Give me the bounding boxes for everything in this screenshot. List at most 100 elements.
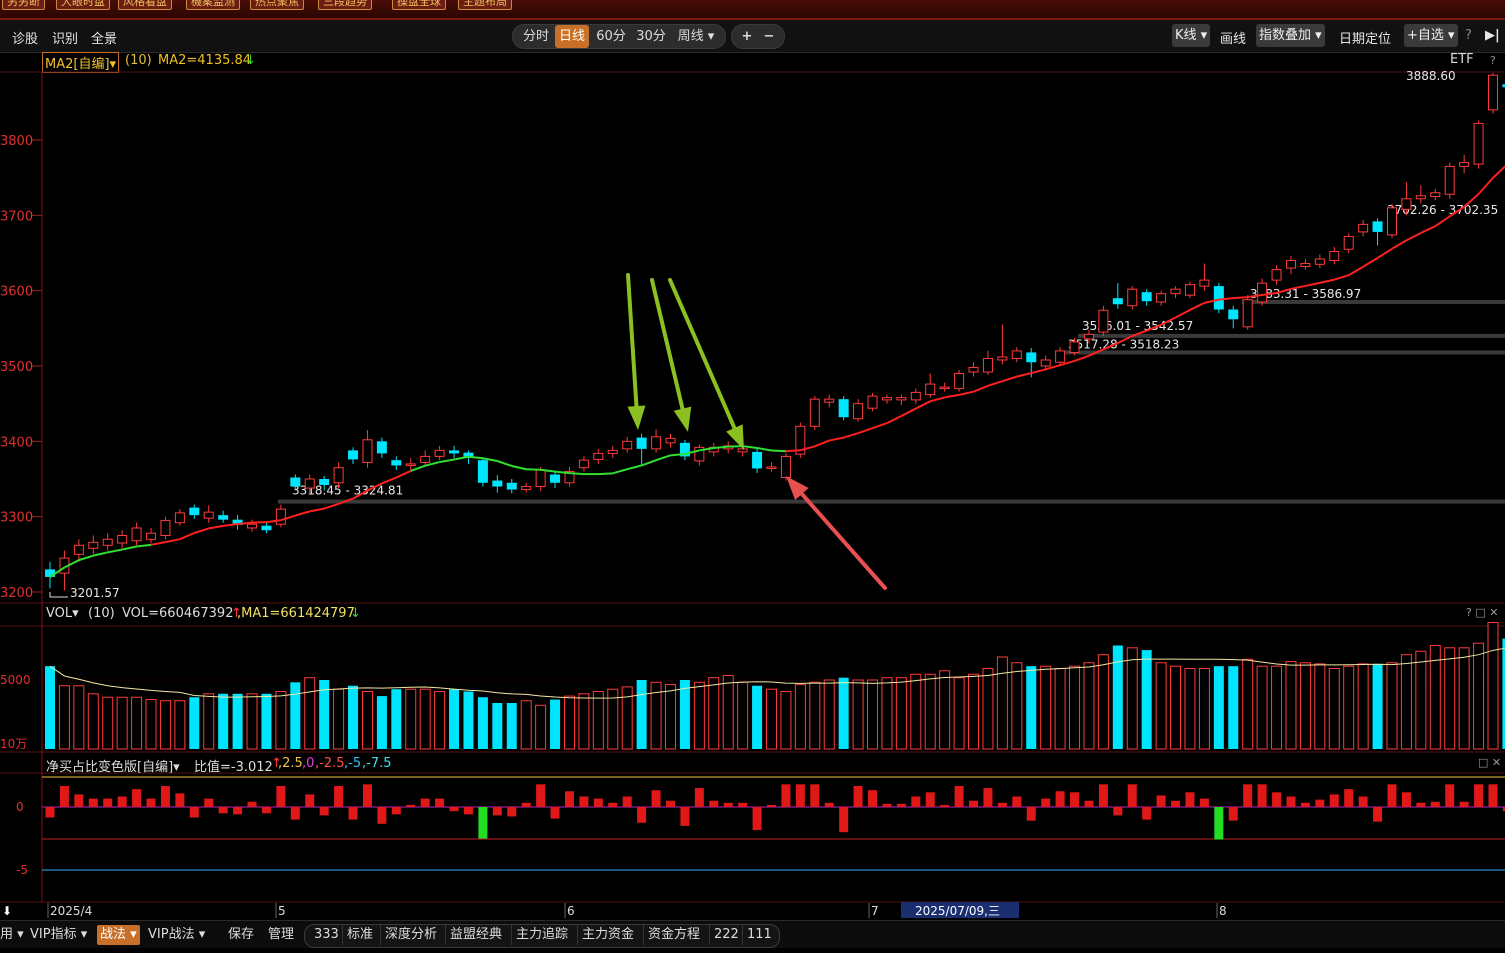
candle-body <box>1026 352 1037 363</box>
quick-btn-7[interactable]: 操盘全球 <box>392 0 446 10</box>
ma2-line <box>49 165 1505 578</box>
netbuy-bar <box>694 788 704 807</box>
candle <box>117 530 128 549</box>
candle <box>853 399 864 422</box>
add-watchlist-dropdown[interactable]: +自选 ▾ <box>1404 24 1458 47</box>
vol-bar <box>1198 668 1210 750</box>
vol-bar <box>592 691 604 750</box>
tab-standard[interactable]: 标准 <box>347 925 373 945</box>
help-icon[interactable]: ? <box>1465 28 1472 43</box>
tab-daily[interactable]: 日线 <box>555 25 589 48</box>
bottom-menu-tactics[interactable]: 战法 ▾ <box>97 925 140 945</box>
vol-bar <box>1400 654 1412 750</box>
zoom-out-button[interactable]: − <box>760 25 778 48</box>
ma2-segment <box>1477 177 1494 195</box>
candle <box>593 448 604 464</box>
ma2-segment <box>1175 309 1191 319</box>
ma2-segment <box>641 459 657 467</box>
quick-btn-5[interactable]: 热点聚焦 <box>250 0 304 10</box>
tab-60min[interactable]: 60分 <box>593 25 629 48</box>
candle <box>1141 289 1152 306</box>
vol-bar <box>578 693 590 750</box>
vol-bar <box>1069 665 1081 750</box>
netbuy-bar <box>1228 807 1238 821</box>
date-cursor-label: 2025/07/09,三 <box>915 904 1000 918</box>
ma2-segment <box>1348 265 1364 277</box>
vol-bar <box>1054 668 1066 750</box>
quick-btn-6[interactable]: 三段趋势 <box>318 0 372 10</box>
candle-body <box>1401 198 1412 210</box>
netbuy-bar <box>1474 784 1484 807</box>
tab-fund-equation[interactable]: 资金方程 <box>648 925 700 945</box>
date-locate-button[interactable]: 日期定位 <box>1339 28 1391 47</box>
vol-bar <box>881 677 893 750</box>
kline-chart[interactable]: 3800370036003500340033003200 3318.45 - 3… <box>0 52 1505 920</box>
tab-main-force-tracking[interactable]: 主力追踪 <box>516 925 568 945</box>
vol-bar <box>102 696 114 750</box>
identify-button[interactable]: 识别 <box>52 28 78 47</box>
panorama-button[interactable]: 全景 <box>91 28 117 47</box>
ma2-segment <box>598 472 613 476</box>
candle <box>752 448 763 473</box>
netbuy-bar <box>1026 807 1036 821</box>
candle-body <box>1040 359 1051 367</box>
candle <box>1112 283 1123 309</box>
netbuy-bar <box>1199 798 1209 807</box>
ma2-segment <box>814 439 830 448</box>
save-button[interactable]: 保存 <box>228 925 254 945</box>
tab-333[interactable]: 333 <box>314 925 339 945</box>
ma2-segment <box>612 468 628 475</box>
kline-type-dropdown[interactable]: K线 ▾ <box>1172 24 1211 47</box>
bottom-menu-use[interactable]: 用 ▾ <box>0 925 24 945</box>
bottom-menu-vip-tactics[interactable]: VIP战法 ▾ <box>148 925 205 945</box>
collapse-icon[interactable]: ▶| <box>1485 28 1500 43</box>
tab-222[interactable]: 222 <box>714 925 739 945</box>
tab-111[interactable]: 111 <box>747 925 772 945</box>
netbuy-bar <box>1113 807 1123 816</box>
candle-body <box>1372 221 1383 232</box>
candle <box>1242 295 1253 330</box>
vol-axis-label: 10万 <box>0 737 27 751</box>
diagnose-button[interactable]: 诊股 <box>12 28 38 47</box>
ma2-segment <box>872 422 888 430</box>
netbuy-bar <box>1041 798 1051 807</box>
tab-intraday[interactable]: 分时 <box>521 25 551 48</box>
netbuy-bar <box>391 807 401 815</box>
quick-btn-2[interactable]: 大眼时盘 <box>56 0 110 10</box>
candle-body <box>1011 350 1022 359</box>
netbuy-bar <box>1084 800 1094 807</box>
quick-btn-8[interactable]: 主题布局 <box>458 0 512 10</box>
netbuy-bar <box>88 798 98 807</box>
ma2-segment <box>1189 301 1205 311</box>
draw-line-button[interactable]: 画线 <box>1220 28 1246 47</box>
manage-button[interactable]: 管理 <box>268 925 294 945</box>
arrow-shaft <box>626 273 639 409</box>
zoom-in-button[interactable]: + <box>738 25 756 48</box>
tab-weekly[interactable]: 周线 ▾ <box>673 25 719 48</box>
ma2-segment <box>136 543 152 548</box>
netbuy-bar <box>377 807 387 824</box>
candle-body <box>1415 195 1426 200</box>
netbuy-bar <box>579 796 589 807</box>
tab-main-force-fund[interactable]: 主力资金 <box>582 925 634 945</box>
ma2-segment <box>1030 368 1046 375</box>
tab-30min[interactable]: 30分 <box>633 25 669 48</box>
candle-body <box>88 541 99 549</box>
netbuy-bar <box>521 802 531 807</box>
quick-btn-4[interactable]: 機案监测 <box>186 0 240 10</box>
netbuy-bar <box>160 786 170 807</box>
candle-body <box>102 538 113 546</box>
quick-btn-1[interactable]: 另另断 <box>2 0 45 10</box>
bottom-menu-vip-indicator[interactable]: VIP指标 ▾ <box>30 925 87 945</box>
green-arrow-2 <box>650 278 692 432</box>
candle-body <box>925 383 936 396</box>
candle <box>261 522 272 534</box>
candle-body <box>838 399 849 418</box>
quick-btn-3[interactable]: 风格看盘 <box>118 0 172 10</box>
tab-classic[interactable]: 益盟经典 <box>450 925 502 945</box>
ma2-segment <box>150 541 166 546</box>
date-label: 2025/4 <box>50 904 92 918</box>
netbuy-bar <box>406 804 416 807</box>
tab-deep-analysis[interactable]: 深度分析 <box>385 925 437 945</box>
index-overlay-dropdown[interactable]: 指数叠加 ▾ <box>1256 24 1325 47</box>
